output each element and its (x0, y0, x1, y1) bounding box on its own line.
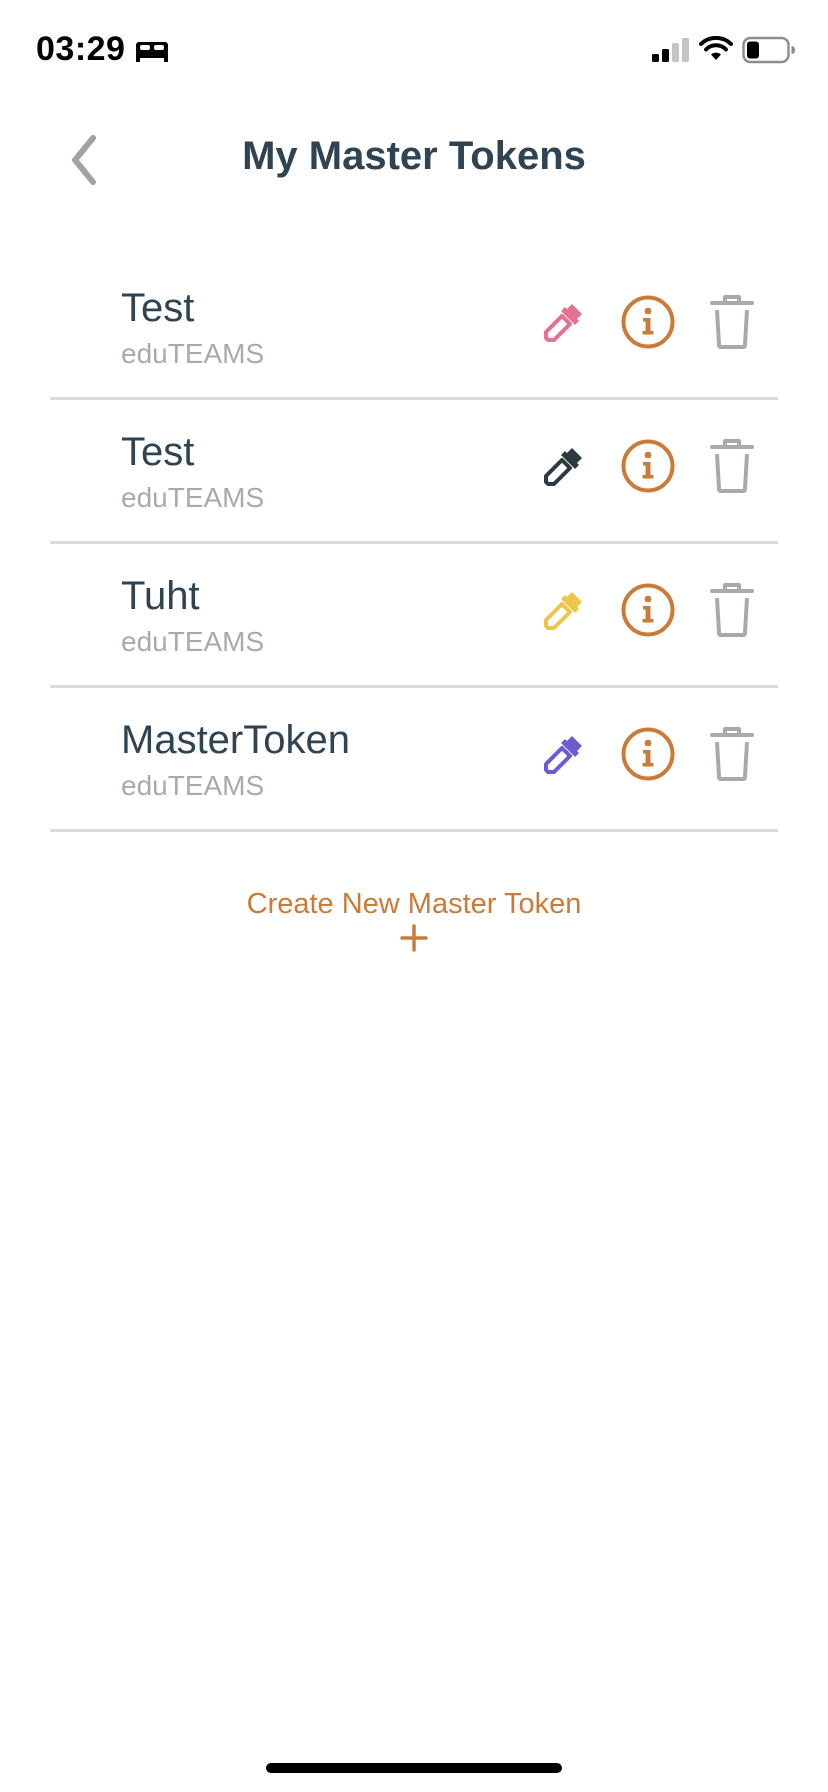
eyedropper-icon (544, 304, 582, 342)
info-icon (621, 295, 675, 349)
info-icon (621, 583, 675, 637)
trash-icon (710, 583, 754, 637)
color-picker-button[interactable] (532, 290, 596, 354)
token-name: Tuht (121, 574, 200, 618)
trash-icon (710, 439, 754, 493)
status-time: 03:29 (36, 30, 126, 68)
status-bar: 03:29 (0, 0, 828, 100)
info-button[interactable] (616, 722, 680, 786)
eyedropper-icon (544, 592, 582, 630)
cellular-signal-icon (652, 38, 689, 62)
info-button[interactable] (616, 578, 680, 642)
token-issuer: eduTEAMS (121, 482, 265, 513)
token-actions (532, 290, 764, 354)
page-title: My Master Tokens (242, 134, 586, 178)
info-button[interactable] (616, 290, 680, 354)
eyedropper-icon (544, 736, 582, 774)
delete-button[interactable] (700, 290, 764, 354)
token-row[interactable]: Test eduTEAMS (50, 400, 778, 544)
token-row[interactable]: Test eduTEAMS (50, 256, 778, 400)
color-picker-button[interactable] (532, 578, 596, 642)
token-name: Test (121, 286, 195, 330)
info-icon (621, 439, 675, 493)
token-issuer: eduTEAMS (121, 770, 265, 801)
token-name: Test (121, 430, 195, 474)
token-row[interactable]: MasterToken eduTEAMS (50, 688, 778, 832)
create-master-token-button[interactable]: Create New Master Token (214, 888, 614, 953)
token-issuer: eduTEAMS (121, 626, 265, 657)
token-issuer: eduTEAMS (121, 338, 265, 369)
token-actions (532, 722, 764, 786)
sleep-mode-icon (136, 42, 168, 62)
delete-button[interactable] (700, 434, 764, 498)
token-name: MasterToken (121, 718, 350, 762)
token-actions (532, 578, 764, 642)
delete-button[interactable] (700, 578, 764, 642)
eyedropper-icon (544, 448, 582, 486)
token-actions (532, 434, 764, 498)
trash-icon (710, 727, 754, 781)
info-button[interactable] (616, 434, 680, 498)
battery-icon (742, 36, 795, 64)
create-master-token-label: Create New Master Token (246, 888, 582, 920)
delete-button[interactable] (700, 722, 764, 786)
color-picker-button[interactable] (532, 722, 596, 786)
header: My Master Tokens (0, 112, 828, 208)
plus-icon (400, 924, 428, 952)
info-icon (621, 727, 675, 781)
token-list: Test eduTEAMS Test eduTEAMS Tuht eduTEAM… (50, 256, 778, 832)
home-indicator (266, 1763, 562, 1773)
token-row[interactable]: Tuht eduTEAMS (50, 544, 778, 688)
wifi-icon (699, 36, 733, 60)
trash-icon (710, 295, 754, 349)
color-picker-button[interactable] (532, 434, 596, 498)
